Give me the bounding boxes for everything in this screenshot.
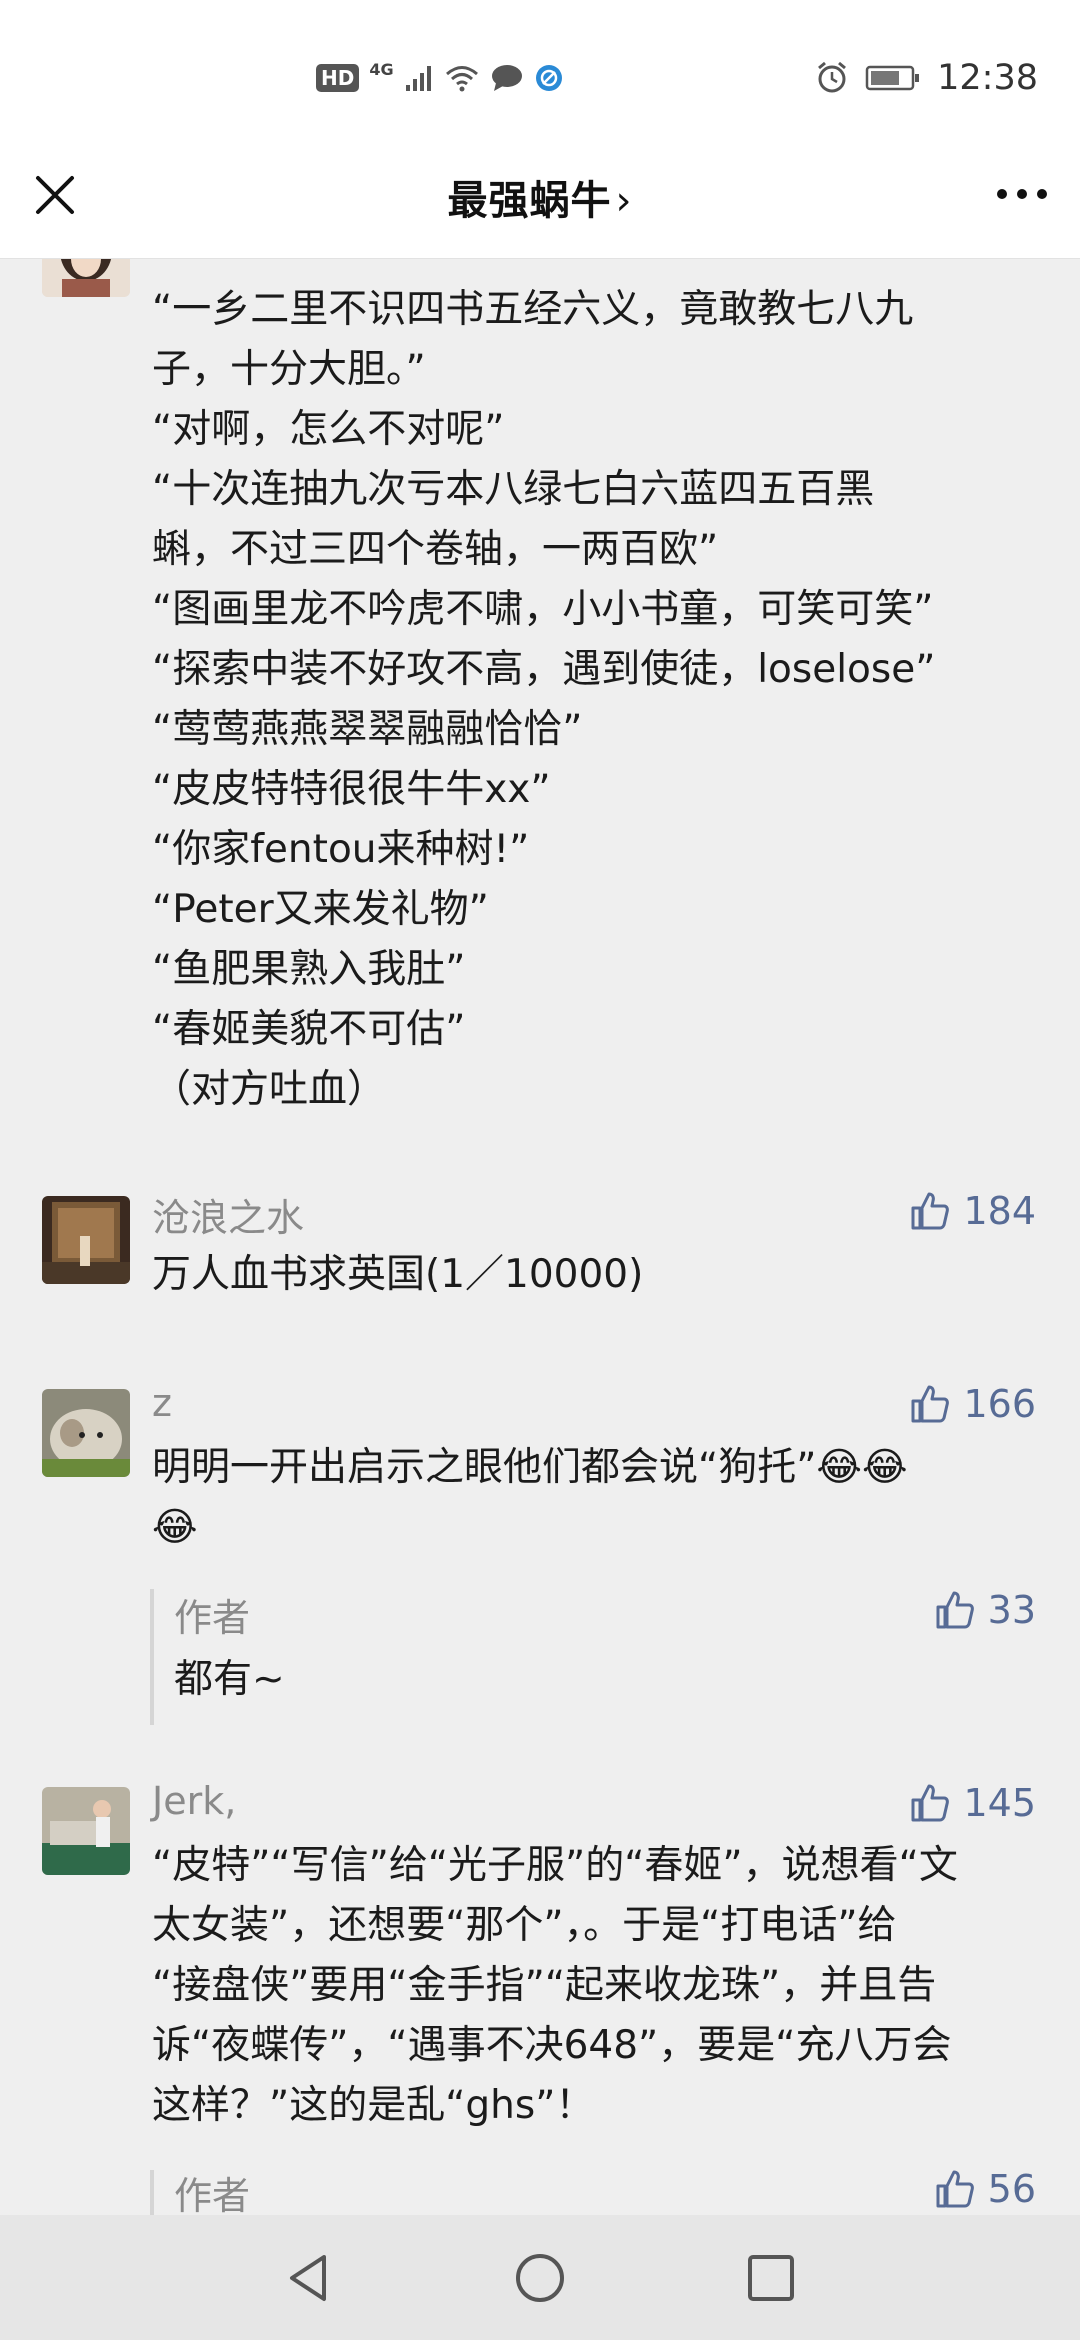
status-right-icons: 12:38 bbox=[815, 52, 1038, 104]
like-button[interactable]: 166 bbox=[909, 1379, 1036, 1429]
status-left-icons: HD 4G bbox=[316, 58, 564, 98]
wifi-icon bbox=[445, 66, 478, 92]
thumbs-up-icon bbox=[911, 1784, 950, 1822]
like-button[interactable]: 145 bbox=[909, 1778, 1036, 1828]
hd-badge: HD bbox=[316, 64, 360, 92]
message-icon bbox=[491, 65, 522, 91]
like-count: 145 bbox=[963, 1781, 1036, 1825]
like-button[interactable]: 33 bbox=[934, 1585, 1036, 1635]
browser-icon bbox=[535, 65, 562, 91]
reply-author[interactable]: 作者 bbox=[174, 2165, 250, 2215]
alarm-icon bbox=[818, 61, 847, 93]
page-title[interactable]: 最强蜗牛 › bbox=[0, 168, 1080, 226]
reply-author[interactable]: 作者 bbox=[174, 1587, 250, 1642]
avatar[interactable] bbox=[42, 1196, 130, 1284]
thumbs-up-icon bbox=[911, 1192, 950, 1230]
commenter-name[interactable]: 沧浪之水 bbox=[152, 1187, 304, 1242]
like-button[interactable]: 184 bbox=[909, 1186, 1036, 1236]
like-count: 56 bbox=[987, 2167, 1036, 2211]
chevron-right-icon[interactable]: › bbox=[616, 178, 633, 224]
comment-text: 明明一开出启示之眼他们都会说“狗托”😂😂 😂 bbox=[152, 1445, 908, 1550]
thumbs-up-icon bbox=[911, 1385, 950, 1423]
comment-list[interactable]: “一乡二里不识四书五经六义，竟敢教七八九 子，十分大胆。” “对啊，怎么不对呢”… bbox=[0, 259, 1080, 2215]
avatar[interactable] bbox=[42, 1389, 130, 1477]
reply-divider bbox=[150, 2170, 154, 2215]
like-count: 33 bbox=[987, 1588, 1036, 1632]
status-bar: HD 4G 12:38 bbox=[0, 0, 1080, 150]
reply-divider bbox=[150, 1589, 154, 1725]
avatar[interactable] bbox=[42, 259, 130, 297]
clock: 12:38 bbox=[937, 58, 1038, 98]
thumbs-up-icon bbox=[936, 1591, 974, 1629]
home-icon[interactable] bbox=[513, 2251, 567, 2305]
like-count: 166 bbox=[963, 1382, 1036, 1426]
commenter-name[interactable]: Jerk, bbox=[152, 1779, 236, 1823]
battery-icon bbox=[865, 65, 920, 91]
back-icon[interactable] bbox=[282, 2251, 336, 2305]
commenter-name[interactable]: z bbox=[152, 1381, 172, 1425]
network-type: 4G bbox=[369, 60, 394, 79]
more-icon[interactable] bbox=[994, 174, 1050, 214]
recents-icon[interactable] bbox=[744, 2251, 798, 2305]
comment-text: “一乡二里不识四书五经六义，竟敢教七八九 子，十分大胆。” “对啊，怎么不对呢”… bbox=[152, 287, 936, 1112]
page-title-text[interactable]: 最强蜗牛 bbox=[448, 178, 612, 224]
like-count: 184 bbox=[963, 1189, 1036, 1233]
like-button[interactable]: 56 bbox=[934, 2164, 1036, 2214]
comment-text: 万人血书求英国(1／10000) bbox=[152, 1252, 644, 1297]
thumbs-up-icon bbox=[936, 2170, 974, 2208]
signal-icon bbox=[405, 66, 431, 91]
system-nav-bar bbox=[0, 2215, 1080, 2340]
avatar[interactable] bbox=[42, 1787, 130, 1875]
comment-text: “皮特”“写信”给“光子服”的“春姬”，说想看“文 太女装”，还想要“那个”，。… bbox=[152, 1843, 958, 2128]
nav-bar: 最强蜗牛 › bbox=[0, 150, 1080, 259]
reply-text: 都有~ bbox=[174, 1657, 285, 1702]
